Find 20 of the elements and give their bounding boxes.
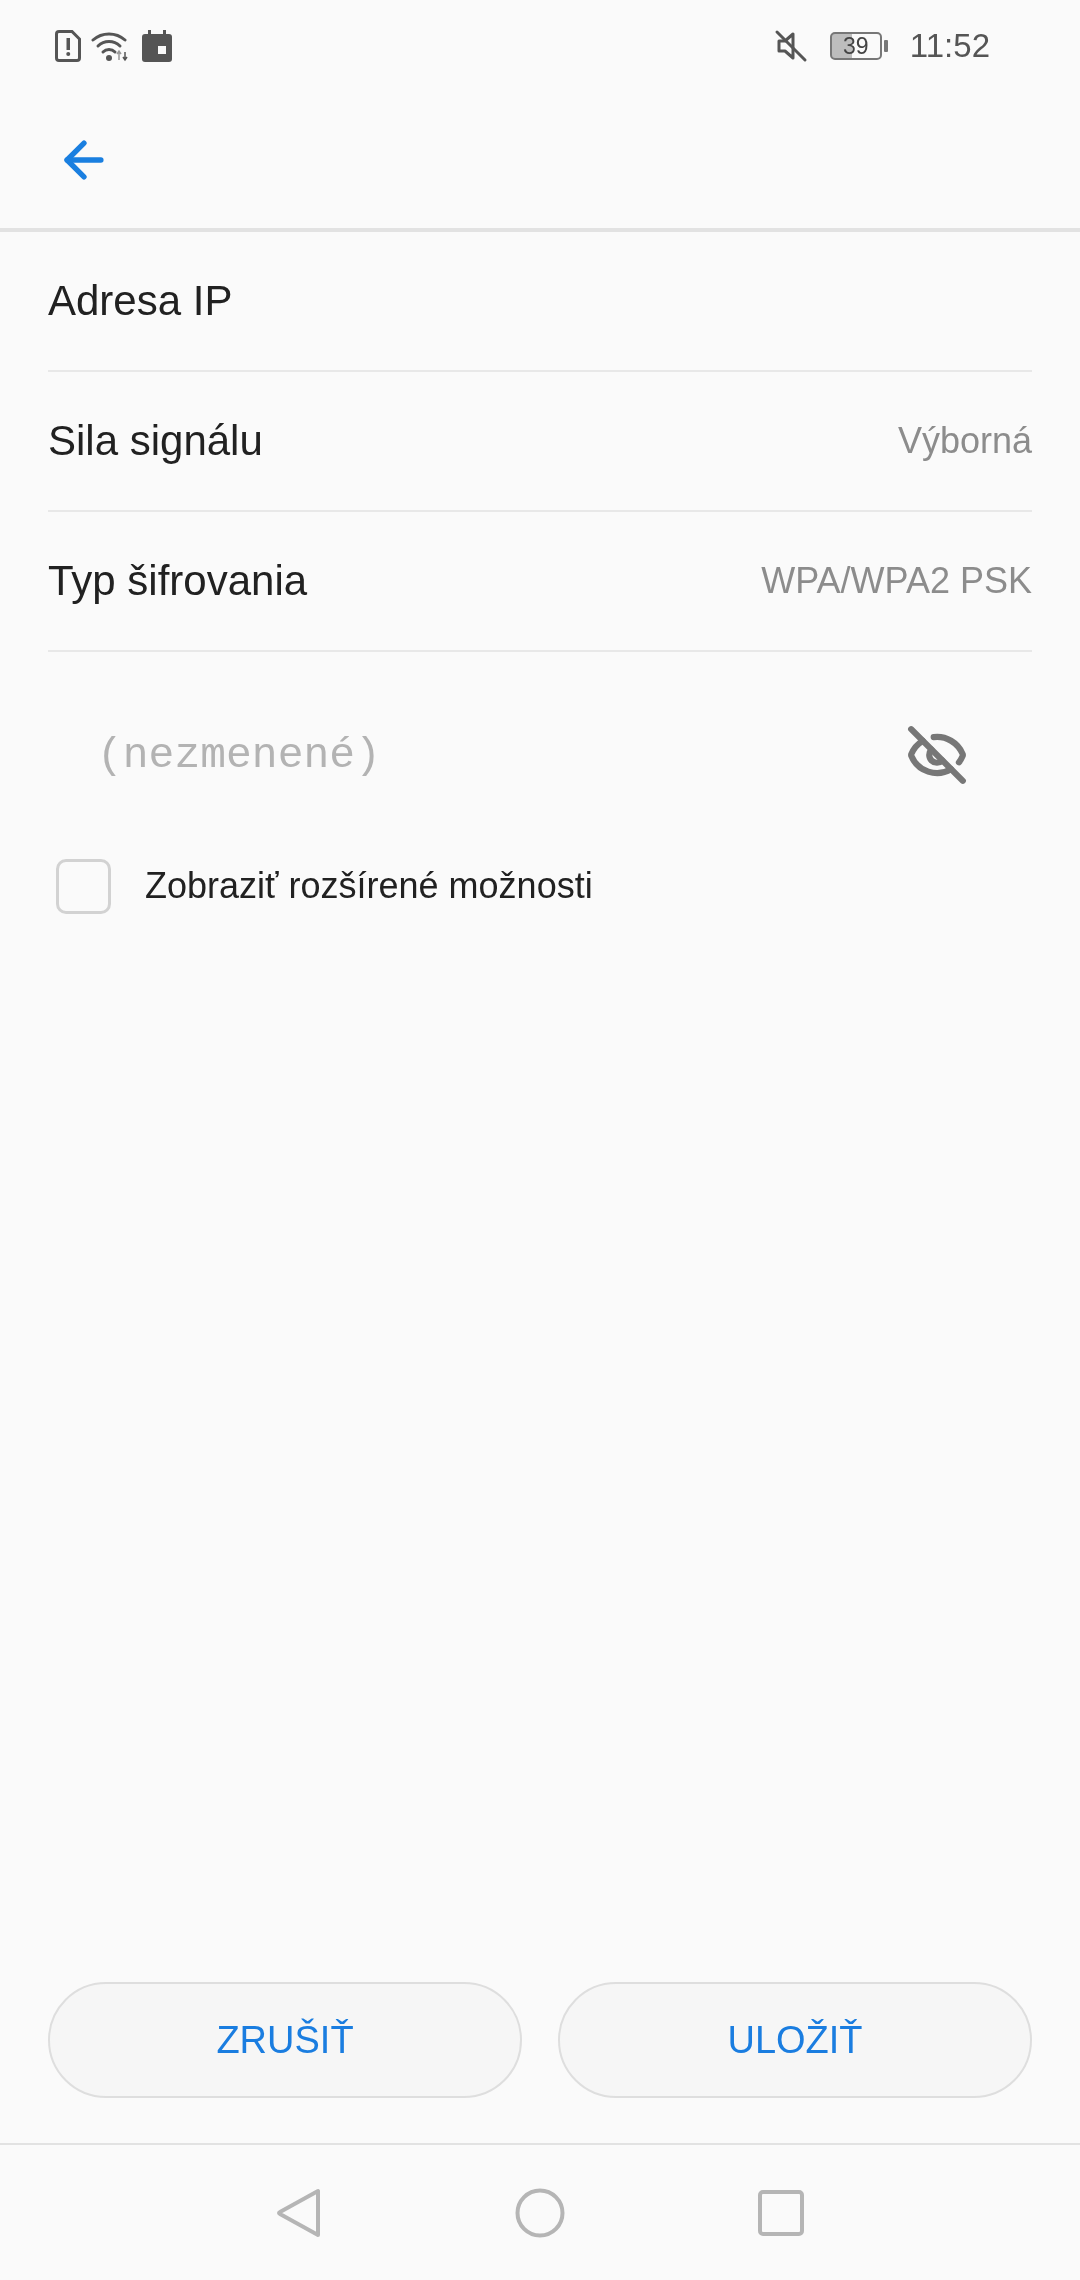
checkbox[interactable]: [56, 858, 111, 914]
cancel-button[interactable]: ZRUŠIŤ: [48, 1982, 522, 2098]
eye-slash-icon[interactable]: [906, 724, 968, 786]
detail-value: Výborná: [897, 420, 1032, 462]
detail-value: WPA/WPA2 PSK: [761, 560, 1032, 602]
detail-label: Sila signálu: [48, 417, 263, 465]
battery-indicator: 39: [829, 32, 888, 60]
detail-label: Adresa IP: [48, 277, 233, 325]
checkbox-label: Zobraziť rozšírené možnosti: [145, 865, 593, 907]
square-recents-icon[interactable]: [758, 2189, 804, 2236]
detail-label: Typ šifrovania: [48, 557, 308, 605]
triangle-back-icon[interactable]: [276, 2187, 322, 2238]
sim-alert-icon: [55, 30, 81, 62]
wifi-icon: [91, 30, 131, 62]
save-button[interactable]: ULOŽIŤ: [558, 1982, 1032, 2098]
calendar-icon: [141, 29, 173, 63]
password-field[interactable]: (nezmenené): [48, 715, 906, 795]
circle-home-icon[interactable]: [515, 2187, 565, 2238]
muted-speaker-icon: [773, 29, 808, 63]
status-time: 11:52: [909, 27, 990, 65]
